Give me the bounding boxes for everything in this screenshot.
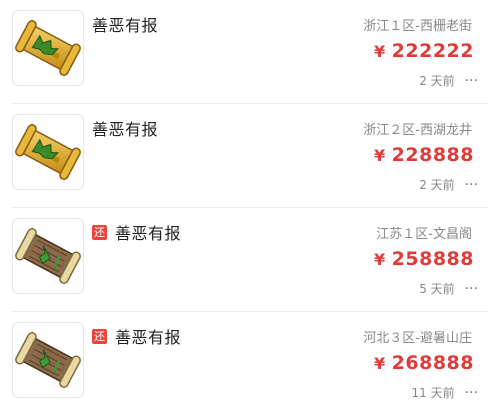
return-badge: 还 bbox=[92, 328, 107, 344]
price-value: 222222 bbox=[391, 40, 474, 62]
more-options-icon[interactable]: ··· bbox=[465, 178, 478, 192]
price-value: 228888 bbox=[391, 144, 474, 166]
currency-symbol: ¥ bbox=[374, 146, 386, 165]
list-item[interactable]: 还 善恶有报 河北３区-避暑山庄 ¥268888 11 天前 ··· bbox=[0, 312, 500, 416]
more-options-icon[interactable]: ··· bbox=[465, 74, 478, 88]
more-options-icon[interactable]: ··· bbox=[465, 282, 478, 296]
listing-age: 11 天前 bbox=[411, 386, 455, 400]
currency-symbol: ¥ bbox=[374, 250, 386, 269]
server-name: 浙江１区-西栅老街 bbox=[363, 19, 472, 34]
item-title: 善恶有报 bbox=[115, 328, 182, 347]
item-title: 善恶有报 bbox=[92, 120, 159, 139]
listing-list: 善恶有报 浙江１区-西栅老街 ¥222222 2 天前 ··· 善恶有报 浙江２… bbox=[0, 0, 500, 416]
server-name: 浙江２区-西湖龙井 bbox=[363, 123, 472, 138]
item-price: ¥222222 bbox=[374, 40, 474, 62]
brown-scroll-icon[interactable] bbox=[12, 218, 84, 294]
gold-scroll-icon[interactable] bbox=[12, 114, 84, 190]
list-item[interactable]: 善恶有报 浙江１区-西栅老街 ¥222222 2 天前 ··· bbox=[0, 0, 500, 104]
gold-scroll-icon[interactable] bbox=[12, 10, 84, 86]
item-title: 善恶有报 bbox=[115, 224, 182, 243]
more-options-icon[interactable]: ··· bbox=[465, 386, 478, 400]
currency-symbol: ¥ bbox=[374, 354, 386, 373]
price-value: 258888 bbox=[391, 248, 474, 270]
price-value: 268888 bbox=[391, 352, 474, 374]
listing-age: 5 天前 bbox=[419, 282, 455, 296]
item-title: 善恶有报 bbox=[92, 16, 159, 35]
server-name: 江苏１区-文昌阁 bbox=[376, 227, 472, 242]
server-name: 河北３区-避暑山庄 bbox=[363, 331, 472, 346]
listing-age: 2 天前 bbox=[419, 74, 455, 88]
list-item[interactable]: 善恶有报 浙江２区-西湖龙井 ¥228888 2 天前 ··· bbox=[0, 104, 500, 208]
listing-age: 2 天前 bbox=[419, 178, 455, 192]
item-price: ¥228888 bbox=[374, 144, 474, 166]
brown-scroll-icon[interactable] bbox=[12, 322, 84, 398]
item-price: ¥258888 bbox=[374, 248, 474, 270]
return-badge: 还 bbox=[92, 224, 107, 240]
list-item[interactable]: 还 善恶有报 江苏１区-文昌阁 ¥258888 5 天前 ··· bbox=[0, 208, 500, 312]
item-price: ¥268888 bbox=[374, 352, 474, 374]
currency-symbol: ¥ bbox=[374, 42, 386, 61]
